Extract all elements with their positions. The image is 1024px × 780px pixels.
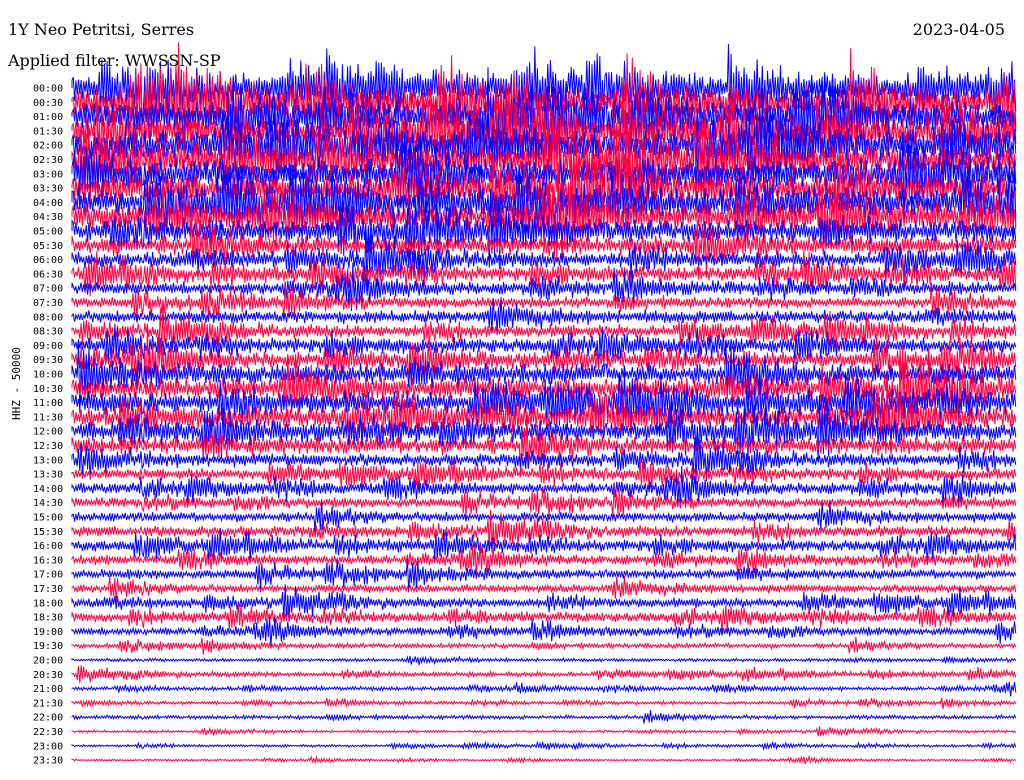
row-label: 06:00: [33, 255, 63, 266]
row-label: 04:30: [33, 212, 63, 223]
row-label: 19:00: [33, 627, 63, 638]
trace-2100: [71, 681, 1017, 697]
row-label: 04:00: [33, 198, 63, 209]
row-label: 06:30: [33, 269, 63, 280]
row-label: 01:30: [33, 126, 63, 137]
row-label: 08:00: [33, 312, 63, 323]
trace-2330: [71, 754, 1017, 765]
row-label: 15:00: [33, 513, 63, 524]
row-label: 00:00: [33, 84, 63, 95]
row-label: 17:30: [33, 584, 63, 595]
row-label: 02:00: [33, 141, 63, 152]
row-label: 18:30: [33, 613, 63, 624]
row-label: 15:30: [33, 527, 63, 538]
seismogram-plot: 00:00 00:30 01:00 01:30 02:00 02:30 03:00 03:30…: [33, 42, 1017, 767]
trace-2200: [71, 710, 1017, 724]
date-label: 2023-04-05: [912, 20, 1005, 39]
row-label: 02:30: [33, 155, 63, 166]
row-label: 16:30: [33, 555, 63, 566]
row-label: 14:30: [33, 498, 63, 509]
trace-2230: [71, 726, 1017, 737]
row-label: 22:30: [33, 727, 63, 738]
row-label: 10:00: [33, 370, 63, 381]
row-label: 03:30: [33, 184, 63, 195]
row-label: 12:30: [33, 441, 63, 452]
row-label: 07:00: [33, 284, 63, 295]
row-label: 00:30: [33, 98, 63, 109]
trace-2130: [71, 696, 1017, 709]
row-label: 09:00: [33, 341, 63, 352]
row-label: 23:00: [33, 741, 63, 752]
row-label: 20:30: [33, 670, 63, 681]
row-label: 18:00: [33, 598, 63, 609]
trace-1900: [71, 617, 1017, 648]
filter-label: Applied filter: WWSSN-SP: [8, 51, 221, 70]
row-label: 08:30: [33, 327, 63, 338]
station-title: 1Y Neo Petritsi, Serres: [8, 20, 195, 39]
row-label: 05:30: [33, 241, 63, 252]
row-label: 16:00: [33, 541, 63, 552]
row-label: 22:00: [33, 713, 63, 724]
row-label: 11:30: [33, 412, 63, 423]
trace-2300: [71, 740, 1017, 751]
row-label: 13:00: [33, 455, 63, 466]
row-label: 21:00: [33, 684, 63, 695]
row-label: 03:00: [33, 169, 63, 180]
trace-2000: [71, 655, 1017, 666]
row-label: 13:30: [33, 470, 63, 481]
row-label: 07:30: [33, 298, 63, 309]
trace-2030: [71, 665, 1017, 684]
row-label: 01:00: [33, 112, 63, 123]
trace-1930: [71, 636, 1017, 655]
row-label: 05:00: [33, 227, 63, 238]
row-label: 19:30: [33, 641, 63, 652]
row-label: 10:30: [33, 384, 63, 395]
row-label: 09:30: [33, 355, 63, 366]
row-label: 20:00: [33, 656, 63, 667]
row-label: 14:00: [33, 484, 63, 495]
channel-label: HHZ - 50000: [10, 347, 23, 420]
row-label: 11:00: [33, 398, 63, 409]
row-label: 23:30: [33, 756, 63, 767]
row-label: 17:00: [33, 570, 63, 581]
row-label: 21:30: [33, 698, 63, 709]
row-label: 12:00: [33, 427, 63, 438]
